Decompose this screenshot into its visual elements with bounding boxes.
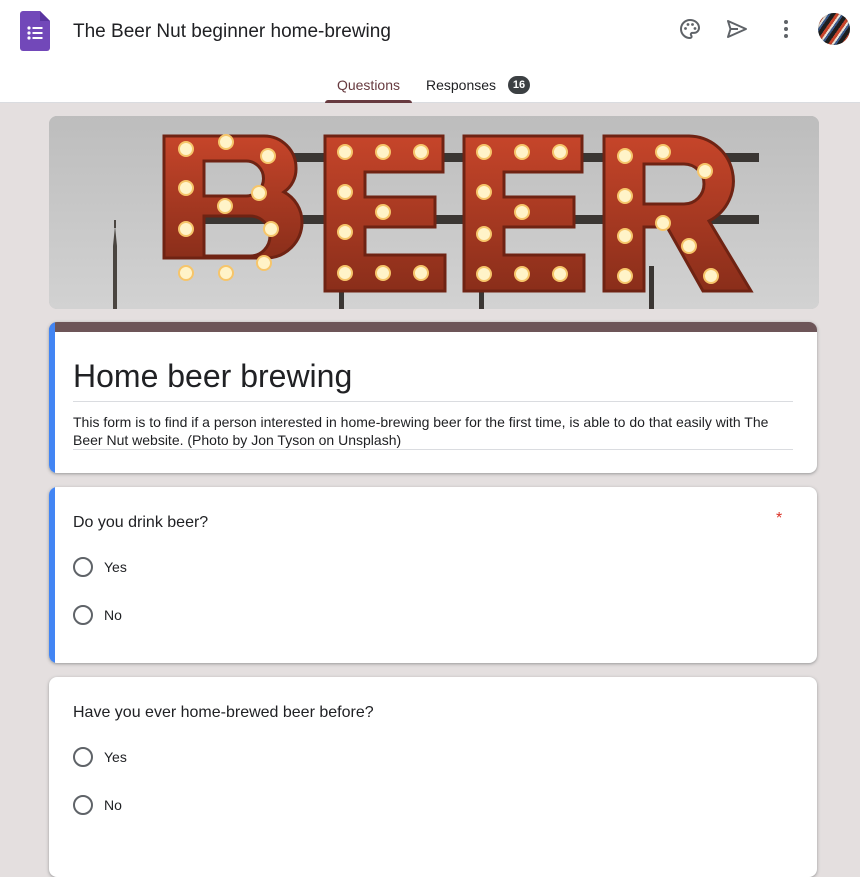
avatar[interactable]	[818, 13, 850, 45]
focus-bar	[49, 487, 55, 663]
focus-bar	[49, 322, 55, 473]
required-asterisk: *	[776, 510, 783, 527]
option-label: Yes	[104, 749, 127, 765]
tab-bar: Questions Responses	[0, 67, 860, 103]
radio-button[interactable]	[73, 747, 93, 767]
question-text: Do you drink beer?	[73, 514, 209, 531]
header-image	[49, 116, 819, 309]
question-card[interactable]: Have you ever home-brewed beer before? Y…	[49, 677, 817, 877]
option-label: Yes	[104, 559, 127, 575]
description-underline	[73, 449, 793, 450]
radio-button[interactable]	[73, 557, 93, 577]
palette-button[interactable]	[675, 14, 705, 44]
tab-questions-label: Questions	[336, 77, 401, 93]
forms-app-icon[interactable]	[20, 11, 50, 51]
radio-option-yes[interactable]: Yes	[73, 555, 127, 579]
app-header: The Beer Nut beginner home-brewing Quest…	[0, 0, 860, 103]
theme-strip	[49, 322, 817, 332]
question-card[interactable]: Do you drink beer? * Yes No	[49, 487, 817, 663]
tab-responses-label: Responses	[426, 77, 497, 93]
question-text: Have you ever home-brewed beer before?	[73, 704, 374, 721]
active-tab-indicator	[325, 100, 412, 103]
title-underline	[73, 401, 793, 402]
radio-button[interactable]	[73, 605, 93, 625]
radio-option-no[interactable]: No	[73, 603, 122, 627]
document-title[interactable]: The Beer Nut beginner home-brewing	[73, 20, 391, 44]
tab-responses[interactable]: Responses	[426, 67, 496, 103]
beer-sign-image	[49, 116, 819, 309]
more-options-button[interactable]	[771, 14, 801, 44]
responses-count-badge: 16	[508, 76, 530, 94]
radio-option-no[interactable]: No	[73, 793, 122, 817]
radio-button[interactable]	[73, 795, 93, 815]
radio-option-yes[interactable]: Yes	[73, 745, 127, 769]
form-title[interactable]: Home beer brewing	[73, 356, 793, 396]
option-label: No	[104, 797, 122, 813]
send-button[interactable]	[722, 14, 752, 44]
form-title-card: Home beer brewing This form is to find i…	[49, 322, 817, 473]
option-label: No	[104, 607, 122, 623]
more-vert-icon	[784, 20, 788, 38]
form-description[interactable]: This form is to find if a person interes…	[73, 413, 793, 449]
palette-icon	[680, 18, 701, 40]
send-icon	[727, 20, 747, 38]
tab-questions[interactable]: Questions	[325, 67, 412, 103]
